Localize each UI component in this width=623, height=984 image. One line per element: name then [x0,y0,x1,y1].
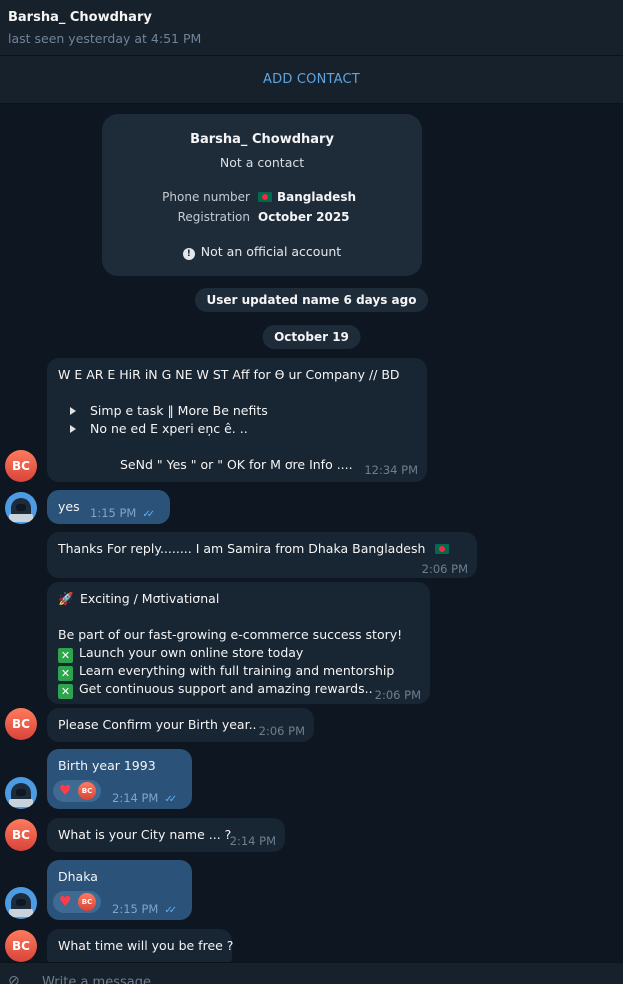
message-bullet: Simp e task ‖ More Be nefits [70,402,268,420]
message-list[interactable]: Barsha_ Chowdhary Not a contact Phone nu… [0,104,623,962]
double-check-icon: ✓✓ [164,794,177,805]
chat-header[interactable]: Barsha_ Chowdhary last seen yesterday at… [0,0,623,56]
registration-value: October 2025 [258,210,350,224]
contact-avatar[interactable]: BC [5,819,37,851]
heart-icon: ♥ [59,783,72,799]
message-text: W E AR E HiR iN G NE W ST Aff for Ө ur C… [58,367,400,382]
cross-mark-icon: ✕ [58,648,73,663]
cross-mark-icon: ✕ [58,666,73,681]
message-time: 2:06 PM [258,724,305,738]
message-text: What time will you be free ? [58,938,234,953]
info-card-subtitle: Not a contact [219,155,305,170]
message-incoming[interactable]: W E AR E HiR iN G NE W ST Aff for Ө ur C… [47,358,427,482]
message-time: 2:15 PM ✓✓ [112,900,177,920]
message-time: 2:06 PM [374,688,421,702]
message-bullet: No ne ed E xperi eņc ê. .. [70,420,248,438]
message-incoming[interactable]: What time will you be free ? [47,929,234,962]
reaction-chip[interactable]: ♥ BC [53,780,101,802]
message-outgoing[interactable]: yes 1:15 PM ✓✓ [47,490,170,524]
add-contact-button[interactable]: ADD CONTACT [263,72,360,87]
bangladesh-flag-icon [435,544,450,554]
message-time: 2:14 PM [229,834,276,848]
reaction-chip[interactable]: ♥ BC [53,891,101,913]
double-check-icon: ✓✓ [142,509,155,520]
contact-avatar[interactable]: BC [5,708,37,740]
contact-avatar[interactable]: BC [5,930,37,962]
heart-icon: ♥ [59,894,72,910]
message-time: 1:15 PM ✓✓ [90,504,155,524]
message-text: What is your City name ... ? [58,827,232,842]
user-avatar[interactable] [5,777,37,809]
reactor-avatar: BC [78,893,96,911]
message-title: 🚀 Exciting / Mσtivatiσnal [58,591,220,606]
message-outgoing[interactable]: Birth year 1993 ♥ BC 2:14 PM ✓✓ [47,749,192,809]
message-text: Thanks For reply........ I am Samira fro… [58,540,454,558]
add-contact-bar: ADD CONTACT [0,56,623,104]
bangladesh-flag-icon [258,192,272,202]
message-time: 12:34 PM [364,463,418,477]
triangle-bullet-icon [70,425,76,433]
message-incoming[interactable]: Thanks For reply........ I am Samira fro… [47,532,477,578]
date-separator: October 19 [262,325,361,349]
message-list-item: ✕ Get continuous support and amazing rewa… [58,680,373,699]
user-avatar[interactable] [5,887,37,919]
info-icon: ! [182,248,195,260]
message-time: 2:14 PM ✓✓ [112,789,177,809]
message-text: Dhaka [58,869,98,884]
phone-label: Phone number [162,190,250,204]
rocket-icon: 🚀 [58,591,74,606]
message-input[interactable]: Write a message... [42,975,163,984]
info-card-name: Barsha_ Chowdhary [190,132,334,147]
message-text: yes [58,499,80,514]
user-avatar[interactable] [5,492,37,524]
message-list-item: ✕ Launch your own online store today [58,644,303,663]
message-incoming[interactable]: What is your City name ... ? 2:14 PM [47,818,285,852]
reactor-avatar: BC [78,782,96,800]
message-text: Be part of our fast-growing e-commerce s… [58,627,403,642]
service-name-update: User updated name 6 days ago [194,288,429,312]
message-time: 2:06 PM [421,562,468,576]
contact-avatar[interactable]: BC [5,450,37,482]
contact-info-card: Barsha_ Chowdhary Not a contact Phone nu… [102,114,422,276]
attach-icon[interactable]: ⊘ [8,973,20,984]
message-list-item: ✕ Learn everything with full training and… [58,662,394,681]
last-seen-status: last seen yesterday at 4:51 PM [8,31,202,46]
double-check-icon: ✓✓ [164,905,177,916]
message-text: Birth year 1993 [58,758,156,773]
contact-name[interactable]: Barsha_ Chowdhary [8,10,615,25]
registration-label: Registration [177,210,250,224]
message-incoming[interactable]: 🚀 Exciting / Mσtivatiσnal Be part of our … [47,582,430,704]
cross-mark-icon: ✕ [58,684,73,699]
triangle-bullet-icon [70,407,76,415]
phone-value: Bangladesh [258,190,356,204]
message-outgoing[interactable]: Dhaka ♥ BC 2:15 PM ✓✓ [47,860,192,920]
message-text: Please Confirm your Birth year.. [58,717,257,732]
official-note: ! Not an official account [102,244,422,260]
message-incoming[interactable]: Please Confirm your Birth year.. 2:06 PM [47,708,314,742]
message-text: SeNd " Yes " or " OK for M ơre Info .... [120,457,353,472]
message-composer[interactable]: ⊘ Write a message... [0,962,623,984]
